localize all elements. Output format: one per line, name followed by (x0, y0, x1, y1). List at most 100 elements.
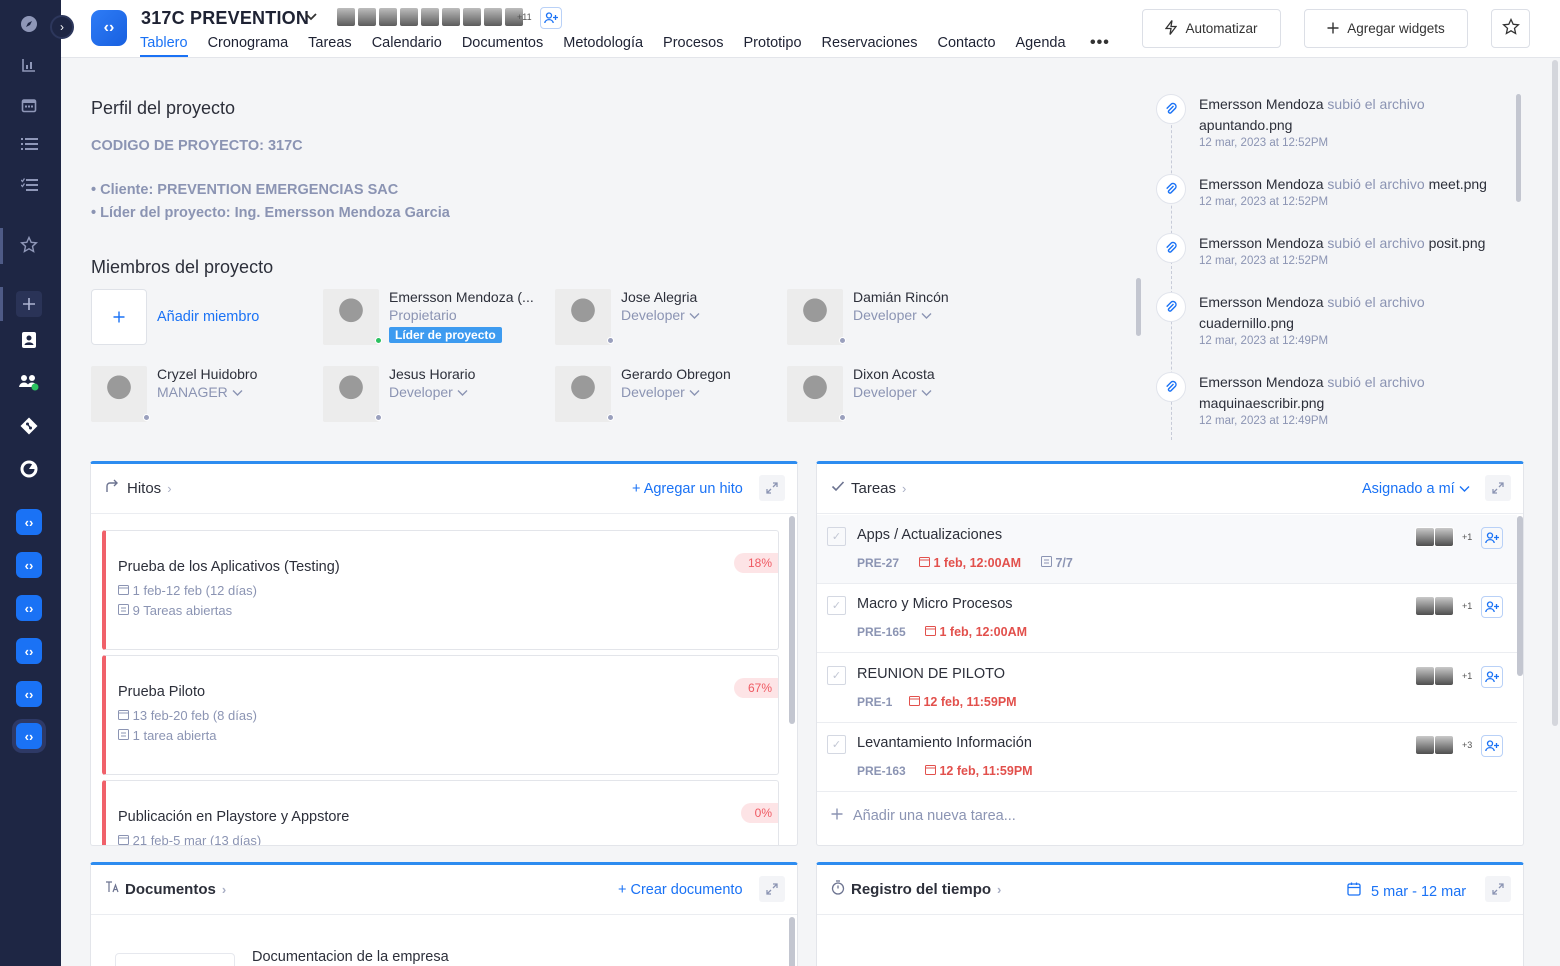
expand-icon[interactable] (1485, 475, 1511, 501)
contacts-icon[interactable] (16, 327, 42, 353)
hito-card[interactable]: Publicación en Playstore y Appstore 21 f… (102, 780, 779, 845)
avatar[interactable] (1415, 735, 1435, 755)
calendar-icon[interactable] (16, 92, 42, 118)
checklist-icon[interactable] (16, 172, 42, 198)
activity-file[interactable]: apuntando.png (1199, 117, 1292, 133)
sidebar-toggle-button[interactable]: › (50, 15, 74, 39)
more-assignees-count[interactable]: +1 (1462, 601, 1472, 611)
member-role-dropdown[interactable]: Developer (389, 384, 468, 400)
more-tabs-button[interactable]: ••• (1090, 34, 1110, 52)
hitos-scrollbar[interactable] (789, 516, 795, 724)
document-title[interactable]: Documentacion de la empresa (252, 949, 449, 965)
member-role-dropdown[interactable]: Developer (621, 384, 700, 400)
tab-tablero[interactable]: Tablero (140, 35, 188, 57)
create-document-button[interactable]: + Crear documento (618, 882, 743, 898)
avatar[interactable] (357, 7, 377, 27)
activity-file[interactable]: posit.png (1429, 235, 1486, 251)
member-card[interactable]: Damián Rincón Developer (787, 289, 1019, 345)
activity-user[interactable]: Emersson Mendoza (1199, 176, 1324, 192)
avatar[interactable] (1415, 666, 1435, 686)
avatar[interactable] (441, 7, 461, 27)
avatar[interactable] (1434, 596, 1454, 616)
date-range-picker[interactable]: 5 mar - 12 mar (1347, 882, 1466, 900)
app-logo-icon[interactable]: ‹› (16, 638, 42, 664)
star-icon[interactable] (16, 232, 42, 258)
add-task-input[interactable]: Añadir una nueva tarea... (831, 808, 1016, 824)
activity-user[interactable]: Emersson Mendoza (1199, 294, 1324, 310)
documentos-scrollbar[interactable] (789, 917, 795, 966)
task-title[interactable]: Macro y Micro Procesos (857, 596, 1013, 612)
widget-title[interactable]: Documentos › (125, 881, 226, 898)
tab-documentos[interactable]: Documentos (462, 35, 543, 57)
add-assignee-icon[interactable] (1481, 527, 1503, 549)
tab-contacto[interactable]: Contacto (937, 35, 995, 57)
tab-cronograma[interactable]: Cronograma (208, 35, 289, 57)
task-title[interactable]: Apps / Actualizaciones (857, 527, 1002, 543)
members-scrollbar[interactable] (1136, 278, 1141, 336)
agregar-widgets-button[interactable]: Agregar widgets (1304, 9, 1468, 48)
add-user-icon[interactable] (540, 7, 562, 29)
task-checkbox[interactable]: ✓ (827, 735, 846, 754)
task-title[interactable]: REUNION DE PILOTO (857, 666, 1005, 682)
app-logo-icon[interactable]: ‹› (16, 595, 42, 621)
avatar[interactable] (336, 7, 356, 27)
document-thumbnail[interactable] (115, 953, 235, 966)
member-card[interactable]: Dixon Acosta Developer (787, 366, 1019, 422)
member-role-dropdown[interactable]: Developer (621, 307, 700, 323)
chart-icon[interactable] (16, 52, 42, 78)
expand-icon[interactable] (1485, 876, 1511, 902)
member-card[interactable]: Emersson Mendoza (... Propietario Líder … (323, 289, 555, 345)
avatar[interactable] (483, 7, 503, 27)
more-assignees-count[interactable]: +1 (1462, 671, 1472, 681)
avatar[interactable] (399, 7, 419, 27)
compass-icon[interactable] (16, 11, 42, 37)
tab-calendario[interactable]: Calendario (372, 35, 442, 57)
activity-user[interactable]: Emersson Mendoza (1199, 374, 1324, 390)
app-logo-icon[interactable]: ‹› (16, 681, 42, 707)
member-card[interactable]: Cryzel Huidobro MANAGER (91, 366, 323, 422)
member-card[interactable]: Jesus Horario Developer (323, 366, 555, 422)
more-assignees-count[interactable]: +1 (1462, 532, 1472, 542)
widget-title[interactable]: Registro del tiempo › (851, 881, 1001, 898)
project-title[interactable]: 317C PREVENTION (141, 8, 309, 29)
avatar[interactable] (378, 7, 398, 27)
app-logo-icon[interactable]: ‹› (16, 509, 42, 535)
add-assignee-icon[interactable] (1481, 666, 1503, 688)
pie-icon[interactable] (16, 456, 42, 482)
chevron-down-icon[interactable] (304, 9, 318, 26)
more-assignees-count[interactable]: +3 (1462, 740, 1472, 750)
avatar[interactable] (420, 7, 440, 27)
activity-scrollbar[interactable] (1516, 94, 1521, 202)
tab-tareas[interactable]: Tareas (308, 35, 352, 57)
activity-file[interactable]: maquinaescribir.png (1199, 395, 1324, 411)
avatar[interactable] (1434, 735, 1454, 755)
git-icon[interactable] (16, 413, 42, 439)
avatar[interactable] (1434, 527, 1454, 547)
tab-metodologia[interactable]: Metodología (563, 35, 643, 57)
tareas-scrollbar[interactable] (1517, 516, 1523, 676)
activity-user[interactable]: Emersson Mendoza (1199, 96, 1324, 112)
avatar[interactable] (1415, 527, 1435, 547)
avatar[interactable] (1415, 596, 1435, 616)
avatar[interactable] (462, 7, 482, 27)
hito-card[interactable]: Prueba de los Aplicativos (Testing) 1 fe… (102, 530, 779, 650)
widget-title[interactable]: Tareas › (851, 480, 906, 497)
tab-reservaciones[interactable]: Reservaciones (822, 35, 918, 57)
app-logo-icon[interactable]: ‹› (16, 552, 42, 578)
tab-prototipo[interactable]: Prototipo (744, 35, 802, 57)
assigned-filter-dropdown[interactable]: Asignado a mí (1362, 481, 1470, 497)
automatizar-button[interactable]: Automatizar (1142, 9, 1281, 48)
list-icon[interactable] (16, 131, 42, 157)
activity-user[interactable]: Emersson Mendoza (1199, 235, 1324, 251)
task-row[interactable]: ✓ REUNION DE PILOTO PRE-1 12 feb, 11:59P… (817, 654, 1517, 723)
member-role-dropdown[interactable]: MANAGER (157, 384, 243, 400)
task-title[interactable]: Levantamiento Información (857, 735, 1032, 751)
app-logo-icon-active[interactable]: ‹› (16, 723, 42, 749)
add-assignee-icon[interactable] (1481, 596, 1503, 618)
task-row[interactable]: ✓ Levantamiento Información PRE-163 12 f… (817, 723, 1517, 792)
hito-card[interactable]: Prueba Piloto 13 feb-20 feb (8 días) 1 t… (102, 655, 779, 775)
more-members-count[interactable]: +11 (517, 12, 532, 22)
add-member-button[interactable] (91, 289, 147, 345)
page-scrollbar[interactable] (1552, 60, 1558, 726)
expand-icon[interactable] (759, 876, 785, 902)
